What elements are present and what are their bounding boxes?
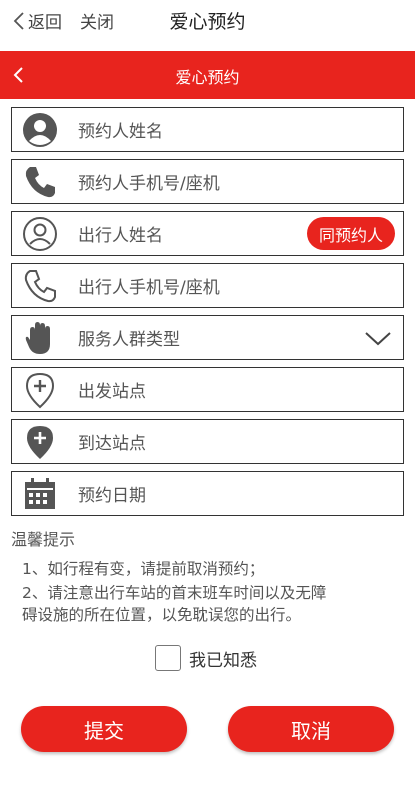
phone-outline-icon xyxy=(12,264,68,307)
departure-station-field[interactable]: 出发站点 xyxy=(11,367,404,412)
booker-phone-placeholder: 预约人手机号/座机 xyxy=(78,174,220,194)
acknowledge-checkbox-row[interactable]: 我已知悉 xyxy=(155,645,257,671)
top-bar: 返回 关闭 爱心预约 xyxy=(0,0,415,48)
acknowledge-label: 我已知悉 xyxy=(189,650,257,671)
tip-line-1: 1、如行程有变，请提前取消预约； xyxy=(22,560,265,578)
page-title: 爱心预约 xyxy=(169,11,246,33)
traveler-phone-field[interactable]: 出行人手机号/座机 xyxy=(11,263,404,308)
same-as-booker-button[interactable]: 同预约人 xyxy=(306,217,395,250)
chevron-down-icon xyxy=(365,332,391,346)
hand-icon xyxy=(12,316,68,359)
date-placeholder: 预约日期 xyxy=(78,486,146,506)
cancel-button[interactable]: 取消 xyxy=(228,706,394,752)
arrival-station-placeholder: 到达站点 xyxy=(78,434,146,454)
service-group-placeholder: 服务人群类型 xyxy=(78,330,180,350)
person-filled-icon xyxy=(12,108,68,151)
service-group-select[interactable]: 服务人群类型 xyxy=(11,315,404,360)
date-field[interactable]: 预约日期 xyxy=(11,471,404,516)
calendar-icon xyxy=(12,472,68,515)
booker-phone-field[interactable]: 预约人手机号/座机 xyxy=(11,159,404,204)
tip-line-2b: 碍设施的所在位置，以免耽误您的出行。 xyxy=(22,606,302,624)
submit-button[interactable]: 提交 xyxy=(21,706,187,752)
person-outline-icon xyxy=(12,212,68,255)
traveler-name-placeholder: 出行人姓名 xyxy=(78,226,163,246)
tip-line-2a: 2、请注意出行车站的首末班车时间以及无障 xyxy=(22,584,327,602)
header-bar: 爱心预约 xyxy=(0,51,415,99)
departure-station-placeholder: 出发站点 xyxy=(78,382,146,402)
acknowledge-checkbox[interactable] xyxy=(155,645,181,671)
header-title: 爱心预约 xyxy=(175,68,240,87)
booker-name-placeholder: 预约人姓名 xyxy=(78,122,163,142)
traveler-name-field[interactable]: 出行人姓名 同预约人 xyxy=(11,211,404,256)
tips-title: 温馨提示 xyxy=(11,530,76,549)
phone-filled-icon xyxy=(12,160,68,203)
arrival-station-field[interactable]: 到达站点 xyxy=(11,419,404,464)
location-add-outline-icon xyxy=(12,368,68,411)
location-add-filled-icon xyxy=(12,420,68,463)
traveler-phone-placeholder: 出行人手机号/座机 xyxy=(78,278,220,298)
booker-name-field[interactable]: 预约人姓名 xyxy=(11,107,404,152)
